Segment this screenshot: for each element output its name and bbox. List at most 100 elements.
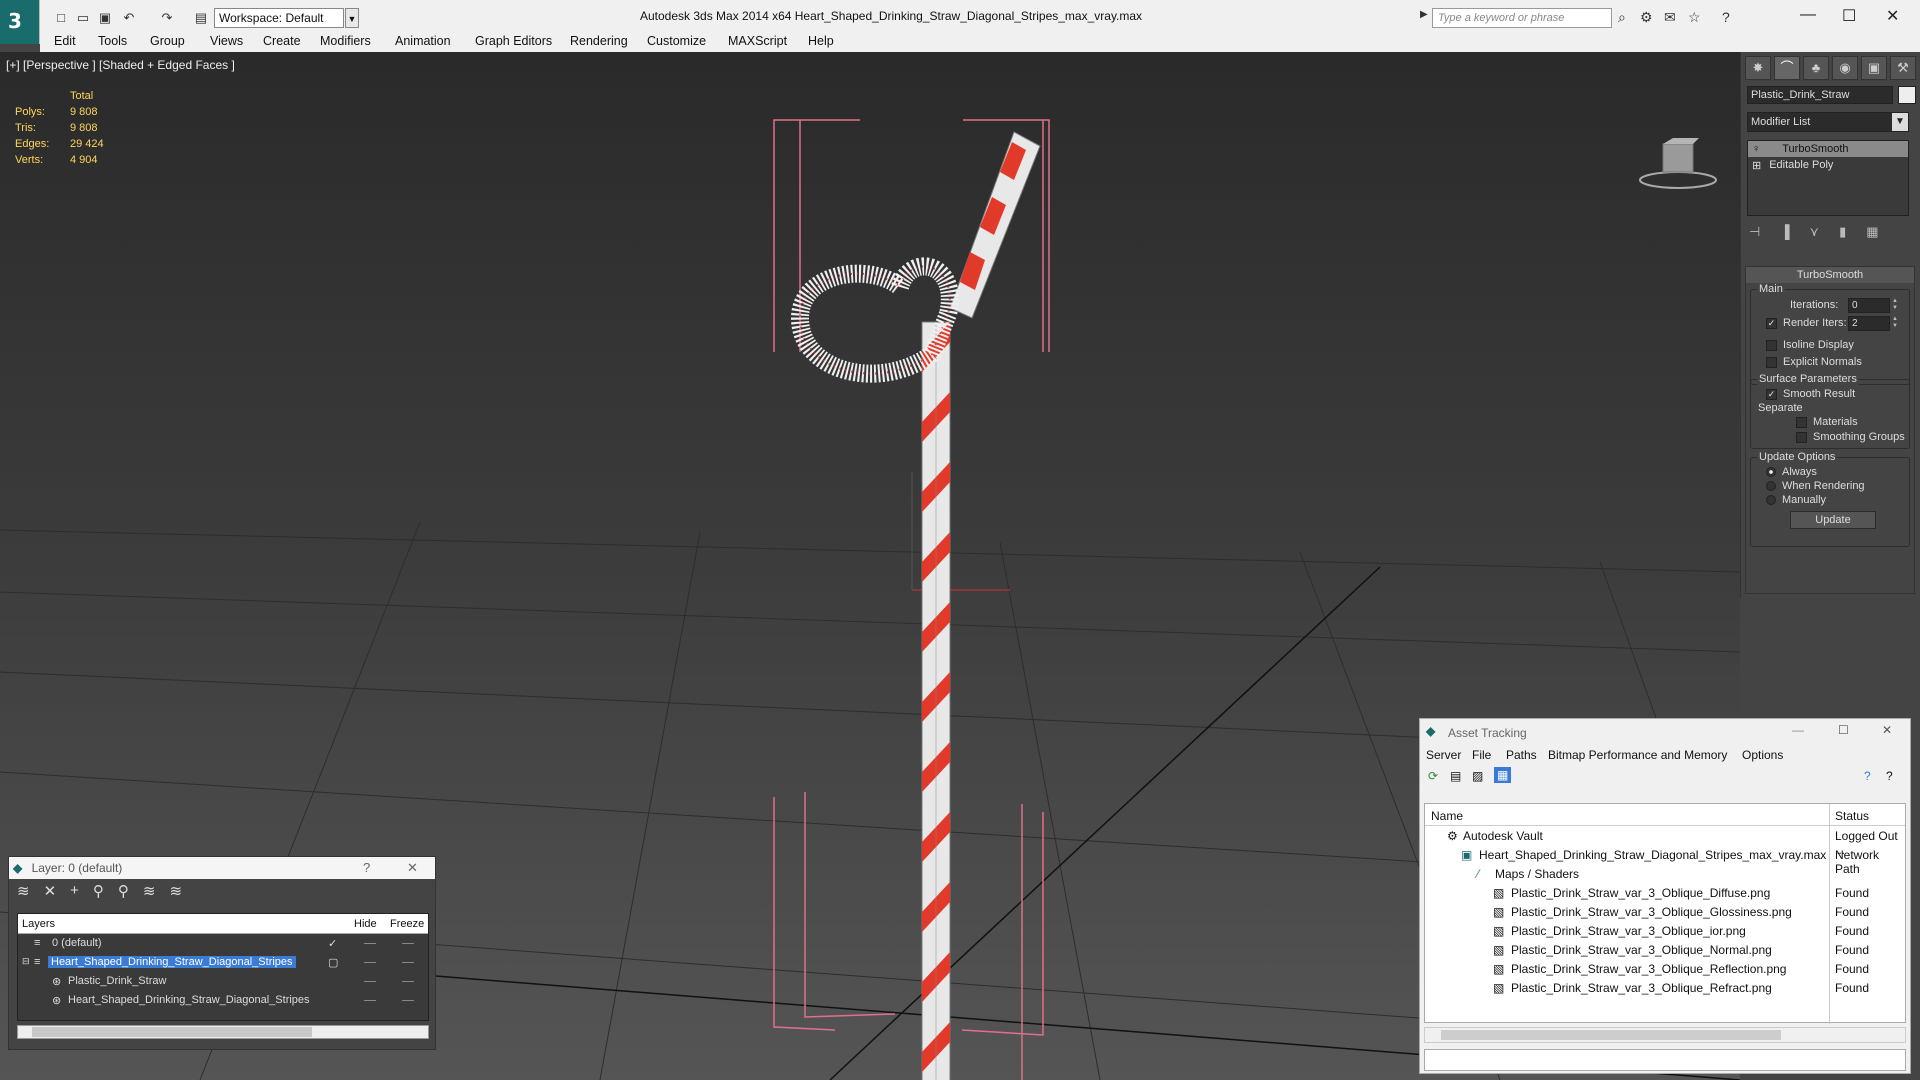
object-color-swatch[interactable]: [1898, 86, 1916, 104]
horizontal-scrollbar[interactable]: [17, 1025, 429, 1039]
minimize-icon[interactable]: —: [1792, 723, 1804, 737]
isoline-checkbox[interactable]: [1766, 339, 1777, 351]
undo-icon[interactable]: ↶: [120, 9, 138, 27]
communication-icon[interactable]: ✉: [1664, 9, 1676, 26]
remove-modifier-icon[interactable]: ▮: [1839, 224, 1846, 240]
hide-toggle[interactable]: [364, 943, 376, 944]
smooth-result-checkbox[interactable]: ✓: [1766, 388, 1777, 400]
menu-rendering[interactable]: Rendering: [570, 34, 628, 48]
motion-tab-icon[interactable]: ◉: [1832, 56, 1858, 80]
make-unique-icon[interactable]: ⋎: [1810, 224, 1820, 240]
menu-customize[interactable]: Customize: [647, 34, 706, 48]
stack-item-turbosmooth[interactable]: ♀ TurboSmooth: [1748, 141, 1908, 157]
menu-tools[interactable]: Tools: [98, 34, 127, 48]
layer-window-titlebar[interactable]: ◆ Layer: 0 (default) ? ✕: [9, 857, 435, 879]
layer-row[interactable]: ⊛ Heart_Shaped_Drinking_Straw_Diagonal_S…: [18, 991, 428, 1010]
pin-stack-icon[interactable]: ⊣: [1749, 224, 1760, 240]
open-file-icon[interactable]: ▭: [74, 9, 92, 27]
table-view-icon[interactable]: ▦: [1494, 767, 1512, 783]
render-iters-checkbox[interactable]: ✓: [1766, 317, 1777, 329]
subscription-icon[interactable]: ⚙: [1640, 9, 1653, 26]
menu-help[interactable]: Help: [808, 34, 834, 48]
viewport-label[interactable]: [+] [Perspective ] [Shaded + Edged Faces…: [6, 58, 235, 72]
info-icon[interactable]: ?: [1886, 769, 1893, 783]
scrollbar-thumb[interactable]: [32, 1027, 312, 1037]
lightbulb-icon[interactable]: ♀: [1752, 143, 1760, 155]
update-button[interactable]: Update: [1790, 511, 1876, 529]
freeze-all-icon[interactable]: ≋: [170, 882, 183, 902]
favorites-star-icon[interactable]: ☆: [1688, 9, 1701, 26]
menu-group[interactable]: Group: [150, 34, 185, 48]
manually-radio[interactable]: [1766, 495, 1776, 505]
save-icon[interactable]: ▣: [96, 9, 114, 27]
new-file-icon[interactable]: □: [52, 9, 70, 27]
smoothing-groups-checkbox[interactable]: [1796, 431, 1807, 443]
close-icon[interactable]: ✕: [407, 860, 418, 876]
col-layers[interactable]: Layers: [22, 918, 55, 930]
binoculars-icon[interactable]: ⌕: [1618, 9, 1626, 26]
select-objects-icon[interactable]: ⚲: [93, 882, 104, 902]
app-logo[interactable]: 3: [0, 0, 40, 44]
freeze-toggle[interactable]: [402, 981, 414, 982]
horizontal-scrollbar[interactable]: [1424, 1027, 1906, 1043]
create-tab-icon[interactable]: ✸: [1745, 56, 1771, 80]
refresh-icon[interactable]: ⟳: [1428, 769, 1438, 783]
active-box-icon[interactable]: ▢: [328, 956, 338, 969]
create-layer-icon[interactable]: ≋: [17, 882, 30, 902]
help-icon[interactable]: ?: [1864, 769, 1871, 783]
minimize-icon[interactable]: —: [1800, 6, 1816, 24]
col-name[interactable]: Name: [1431, 809, 1463, 823]
iterations-spinner[interactable]: 0: [1848, 298, 1890, 313]
col-status[interactable]: Status: [1835, 809, 1869, 823]
help-icon[interactable]: ?: [363, 860, 370, 875]
modify-tab-icon[interactable]: ⌒: [1774, 56, 1800, 80]
highlight-layer-icon[interactable]: ⚲: [118, 882, 129, 902]
configure-sets-icon[interactable]: ▦: [1866, 224, 1878, 240]
redo-icon[interactable]: ↷: [158, 9, 176, 27]
object-name-field[interactable]: Plastic_Drink_Straw: [1747, 86, 1893, 104]
delete-layer-icon[interactable]: ✕: [44, 882, 57, 902]
asset-row[interactable]: ▧ Plastic_Drink_Straw_var_3_Oblique_Refra…: [1425, 978, 1905, 997]
menu-server[interactable]: Server: [1426, 748, 1461, 762]
layer-row[interactable]: ⊛ Plastic_Drink_Straw: [18, 972, 428, 991]
hide-toggle[interactable]: [364, 981, 376, 982]
help-icon[interactable]: ?: [1722, 9, 1730, 25]
render-iters-spinner[interactable]: 2: [1848, 316, 1890, 331]
thumbnail-view-icon[interactable]: ▨: [1472, 769, 1483, 783]
freeze-toggle[interactable]: [402, 962, 414, 963]
menu-maxscript[interactable]: MAXScript: [728, 34, 787, 48]
asset-row[interactable]: ⁄ Maps / Shaders: [1425, 864, 1905, 883]
asset-row[interactable]: ▧ Plastic_Drink_Straw_var_3_Oblique_ior.p…: [1425, 921, 1905, 940]
menu-options[interactable]: Options: [1742, 748, 1783, 762]
active-check-icon[interactable]: ✓: [328, 937, 337, 950]
materials-checkbox[interactable]: [1796, 416, 1807, 428]
col-hide[interactable]: Hide: [354, 918, 377, 930]
close-icon[interactable]: ✕: [1886, 6, 1899, 26]
when-rendering-radio[interactable]: [1766, 481, 1776, 491]
layer-row[interactable]: ⊟ ≡ Heart_Shaped_Drinking_Straw_Diagonal…: [18, 953, 428, 972]
always-radio[interactable]: [1766, 467, 1776, 477]
workspace-dropdown[interactable]: Workspace: Default: [214, 8, 344, 28]
collapse-icon[interactable]: ⊟: [22, 956, 30, 967]
hide-toggle[interactable]: [364, 1000, 376, 1001]
explicit-normals-checkbox[interactable]: [1766, 356, 1777, 368]
menu-edit[interactable]: Edit: [54, 34, 76, 48]
asset-row[interactable]: ▣ Heart_Shaped_Drinking_Straw_Diagonal_St…: [1425, 845, 1905, 876]
hide-all-icon[interactable]: ≋: [143, 882, 156, 902]
asset-row[interactable]: ▧ Plastic_Drink_Straw_var_3_Oblique_Norma…: [1425, 940, 1905, 959]
menu-bitmap-performance[interactable]: Bitmap Performance and Memory: [1548, 748, 1727, 762]
asset-row[interactable]: ⚙ Autodesk Vault Logged Out ...: [1425, 826, 1905, 857]
search-input[interactable]: Type a keyword or phrase: [1432, 8, 1612, 28]
chevron-down-icon[interactable]: ▼: [345, 8, 359, 28]
project-folder-icon[interactable]: ▤: [192, 9, 210, 27]
display-tab-icon[interactable]: ▣: [1861, 56, 1887, 80]
stack-item-editable-poly[interactable]: ⊞ Editable Poly: [1748, 157, 1908, 173]
scrollbar-thumb[interactable]: [1441, 1030, 1781, 1040]
freeze-toggle[interactable]: [402, 943, 414, 944]
spinner-arrows-icon[interactable]: ▲ ▼: [1892, 298, 1900, 313]
show-end-result-icon[interactable]: ▐: [1780, 224, 1789, 240]
menu-create[interactable]: Create: [263, 34, 301, 48]
menu-paths[interactable]: Paths: [1506, 748, 1537, 762]
rollout-title[interactable]: TurboSmooth: [1746, 267, 1914, 283]
menu-file[interactable]: File: [1472, 748, 1491, 762]
